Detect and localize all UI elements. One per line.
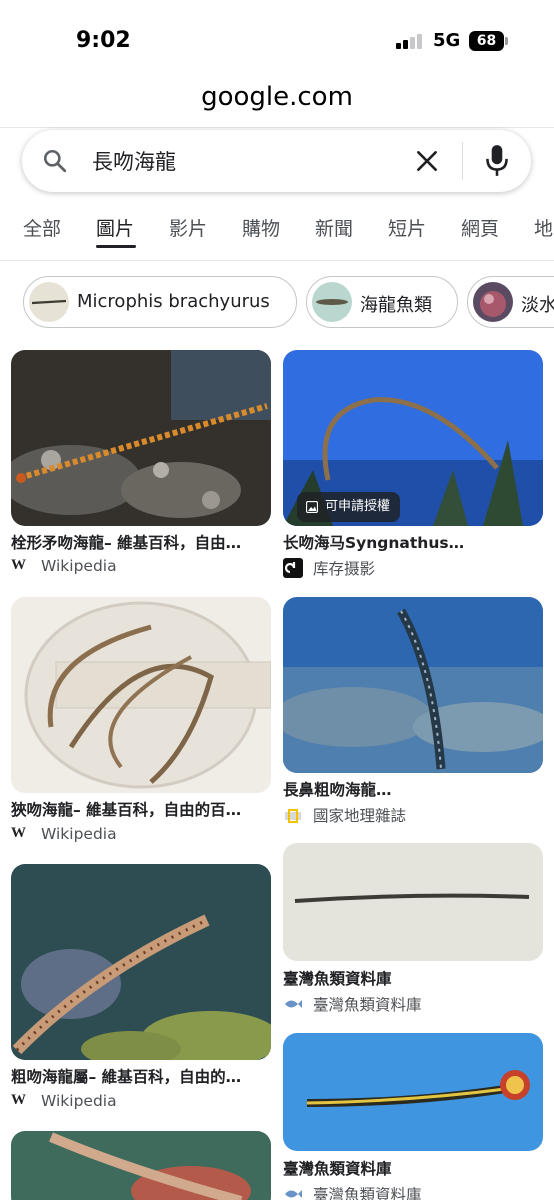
source-label: 國家地理雜誌 [313,807,407,825]
status-time: 9:02 [76,28,131,53]
source-label: 库存摄影 [313,560,376,578]
tab-videos[interactable]: 影片 [169,214,207,241]
result-card[interactable]: 長鼻粗吻海龍… 國家地理雜誌 [283,597,543,827]
tab-maps[interactable]: 地 [534,214,553,241]
divider [0,260,554,261]
result-title[interactable]: 長鼻粗吻海龍… [283,778,543,800]
search-box[interactable] [22,130,531,192]
result-image[interactable] [11,864,271,1060]
chip-label: 淡水 [521,295,554,316]
signal-icon [396,33,424,49]
result-card[interactable]: 臺灣魚類資料庫 臺灣魚類資料庫 [283,843,543,1023]
tab-images[interactable]: 圖片 [96,214,134,241]
natgeo-icon [285,809,301,823]
result-card[interactable]: 栓形矛吻海龍– 維基百科，自由… W Wikipedia [11,350,271,580]
result-card[interactable] [11,1131,271,1200]
result-image[interactable] [11,597,271,793]
wikipedia-icon: W [11,825,26,841]
network-label: 5G [433,30,461,51]
tab-web[interactable]: 網頁 [461,214,499,241]
license-badge: 可申請授權 [297,492,401,522]
result-title[interactable]: 臺灣魚類資料庫 [283,1157,543,1179]
chip-label: 海龍魚類 [360,295,432,316]
chip-microphis-brachyurus[interactable]: Microphis brachyurus [23,276,297,328]
result-card[interactable]: 狹吻海龍– 維基百科，自由的百… W Wikipedia [11,597,271,847]
active-tab-indicator [96,245,136,248]
chip-label: Microphis brachyurus [77,291,270,312]
chip-freshwater[interactable]: 淡水 [467,276,554,328]
chip-thumbnail [473,282,513,322]
wikipedia-icon: W [11,1092,26,1108]
source-label: Wikipedia [41,557,117,575]
status-bar: 9:02 5G 68 [0,0,554,80]
battery-icon: 68 [469,31,504,51]
result-image[interactable] [11,350,271,526]
search-tabs: 全部 圖片 影片 購物 新聞 短片 網頁 地 [0,208,554,258]
source-label: Wikipedia [41,1092,117,1110]
battery-tip [505,37,508,45]
license-badge-label: 可申請授權 [325,499,391,514]
microphone-icon[interactable] [484,144,510,178]
source-label: 臺灣魚類資料庫 [313,996,422,1014]
search-input[interactable] [92,144,392,178]
dreamstime-icon [283,558,303,578]
fishdb-icon [285,1190,302,1198]
tab-news[interactable]: 新聞 [315,214,353,241]
result-card[interactable]: 臺灣魚類資料庫 臺灣魚類資料庫 [283,1033,543,1200]
divider [0,127,554,128]
result-title[interactable]: 长吻海马Syngnathus… [283,531,543,553]
refinement-chips: Microphis brachyurus 海龍魚類 淡水 [0,276,554,330]
chip-thumbnail [29,282,69,322]
result-card[interactable]: 可申請授權 长吻海马Syngnathus… 库存摄影 [283,350,543,580]
result-image[interactable] [283,843,543,961]
search-separator [462,142,463,180]
close-icon[interactable] [414,148,440,174]
result-image[interactable] [283,1033,543,1151]
result-image[interactable] [11,1131,271,1200]
result-title[interactable]: 栓形矛吻海龍– 維基百科，自由… [11,531,271,553]
tab-short-videos[interactable]: 短片 [388,214,426,241]
wikipedia-icon: W [11,557,26,573]
search-icon[interactable] [42,148,68,174]
result-title[interactable]: 臺灣魚類資料庫 [283,967,543,989]
tab-shopping[interactable]: 購物 [242,214,280,241]
chip-pipefish[interactable]: 海龍魚類 [306,276,458,328]
fishdb-icon [285,1000,302,1008]
tab-all[interactable]: 全部 [23,214,61,241]
result-image[interactable] [283,597,543,773]
chip-thumbnail [312,282,352,322]
result-card[interactable]: 粗吻海龍屬– 維基百科，自由的… W Wikipedia [11,864,271,1114]
result-title[interactable]: 粗吻海龍屬– 維基百科，自由的… [11,1065,271,1087]
url-bar[interactable]: google.com [0,82,554,112]
image-icon [306,501,318,513]
source-label: Wikipedia [41,825,117,843]
source-label: 臺灣魚類資料庫 [313,1186,422,1200]
result-title[interactable]: 狹吻海龍– 維基百科，自由的百… [11,798,271,820]
